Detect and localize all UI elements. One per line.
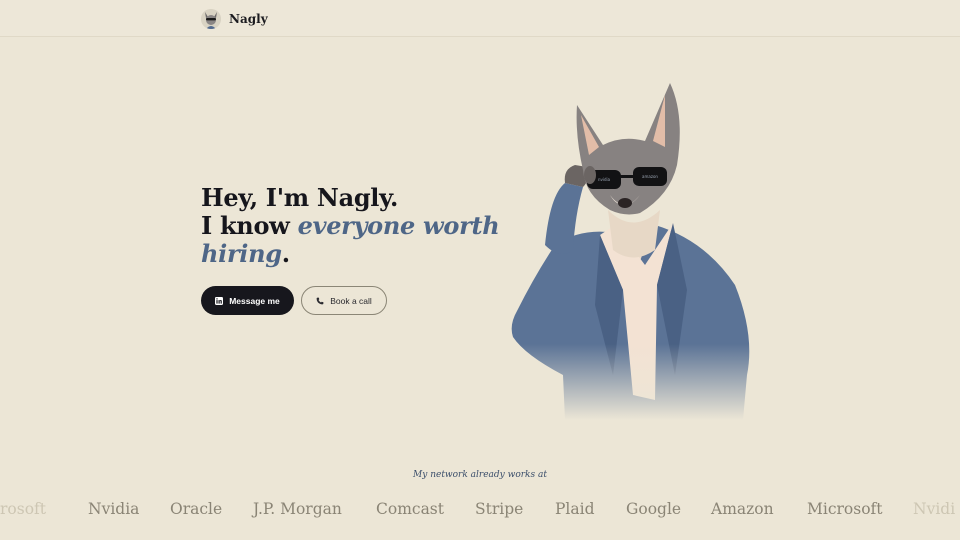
company-logo: Amazon (711, 500, 774, 518)
company-logo: Microsoft (807, 500, 883, 518)
brand[interactable]: Nagly (201, 8, 268, 30)
fox-mascot-illustration: nvidia amazon (505, 75, 760, 420)
fox-avatar-icon (201, 9, 221, 29)
headline-line-2: I know (201, 211, 298, 240)
company-logo: J.P. Morgan (253, 500, 342, 518)
phone-icon (316, 297, 324, 304)
message-me-button[interactable]: Message me (201, 286, 294, 315)
brand-name: Nagly (229, 12, 268, 26)
top-bar: Nagly (0, 0, 960, 37)
book-a-call-button[interactable]: Book a call (301, 286, 387, 315)
book-a-call-label: Book a call (330, 295, 372, 306)
company-logo: Nvidi (913, 500, 956, 518)
company-logo: Plaid (555, 500, 595, 518)
linkedin-icon (215, 296, 224, 305)
company-logo: Google (626, 500, 682, 518)
headline-period: . (281, 239, 290, 268)
headline-accent-1: everyone worth (297, 211, 500, 240)
company-logo: Comcast (376, 500, 444, 518)
company-logo: Oracle (170, 500, 223, 518)
headline-line-1: Hey, I'm Nagly. (201, 183, 399, 212)
company-logo: rosoft (0, 500, 46, 518)
headline-accent-2: hiring (201, 239, 282, 268)
hero-headline: Hey, I'm Nagly. I know everyone worth hi… (201, 184, 501, 268)
company-logo: Stripe (475, 500, 524, 518)
company-logo-strip: rosoft Nvidia Oracle J.P. Morgan Comcast… (0, 498, 960, 522)
network-caption: My network already works at (413, 470, 547, 480)
message-me-label: Message me (229, 295, 280, 306)
company-logo: Nvidia (88, 500, 140, 518)
